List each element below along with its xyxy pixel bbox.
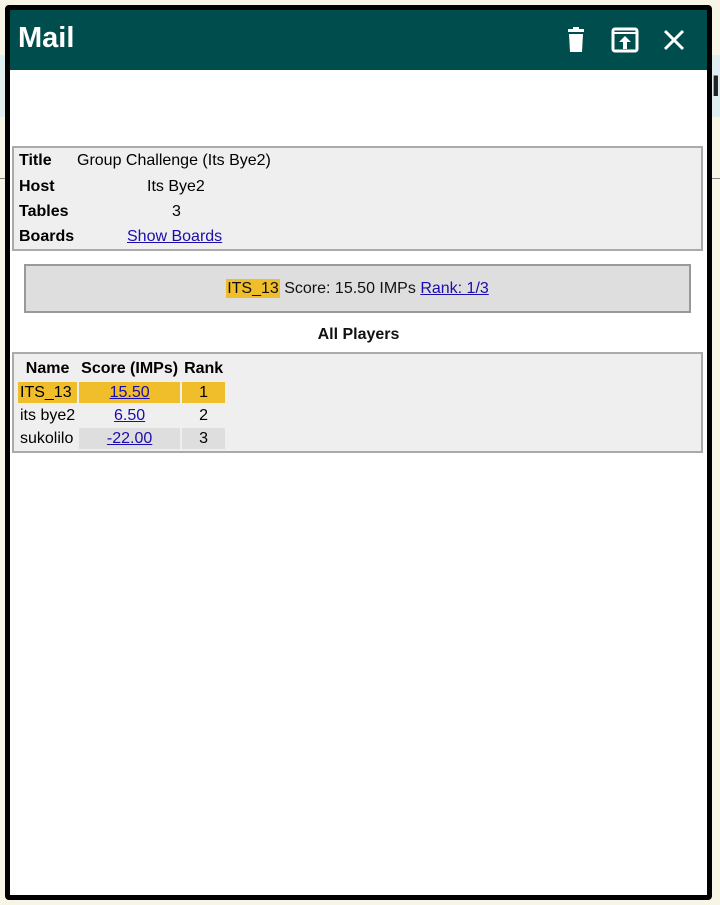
rank-link[interactable]: Rank: 1/3 [420,280,488,297]
table-row: its bye2 6.50 2 [18,405,225,426]
mail-window: Mail Title Group Challenge (Its Bye2) Ho… [5,5,712,900]
score-text: Score: 15.50 IMPs [284,280,416,297]
popout-button[interactable] [609,24,641,56]
player-score-cell: 15.50 [79,382,181,403]
host-value: Its Bye2 [147,178,205,195]
table-row: ITS_13 15.50 1 [18,382,226,403]
table-row: sukolilo -22.00 3 [18,428,226,449]
player-name: its bye2 [20,406,76,424]
column-header-name: Name [25,360,70,377]
player-score-cell: 6.50 [79,405,180,426]
player-rank: 2 [199,406,209,424]
player-rank: 3 [182,428,226,449]
score-summary: ITS_13 Score: 15.50 IMPs Rank: 1/3 [24,264,691,313]
players-table-container: Name Score (IMPs) Rank ITS_13 15.50 1 it… [12,352,703,453]
all-players-heading: All Players [317,326,400,343]
host-label: Host [19,178,55,195]
player-score-link[interactable]: -22.00 [107,430,152,447]
show-boards-link[interactable]: Show Boards [127,228,222,246]
popout-icon [611,27,639,53]
titlebar: Mail [10,10,707,70]
tables-value: 3 [172,203,181,220]
challenge-info: Title Group Challenge (Its Bye2) Host It… [12,146,703,251]
table-header-row: Name Score (IMPs) Rank [18,358,225,380]
column-header-score: Score (IMPs) [81,360,179,377]
players-table: Name Score (IMPs) Rank ITS_13 15.50 1 it… [16,356,227,451]
close-button[interactable] [658,24,690,56]
player-score-cell: -22.00 [79,428,181,449]
column-header-rank: Rank [184,360,224,377]
mail-content: Title Group Challenge (Its Bye2) Host It… [10,70,707,895]
trash-icon [568,27,584,52]
player-score-link[interactable]: 15.50 [110,384,150,401]
boards-label: Boards [19,228,75,245]
close-icon [663,29,685,51]
player-name-highlight: ITS_13 [226,279,280,298]
window-title: Mail [18,22,75,54]
player-score-link[interactable]: 6.50 [114,407,145,424]
delete-button[interactable] [560,24,592,56]
player-name: ITS_13 [18,382,78,403]
tables-label: Tables [19,203,69,220]
title-value: Group Challenge (Its Bye2) [77,152,271,169]
player-name: sukolilo [20,429,74,447]
player-rank: 1 [182,382,226,403]
title-label: Title [19,152,52,169]
